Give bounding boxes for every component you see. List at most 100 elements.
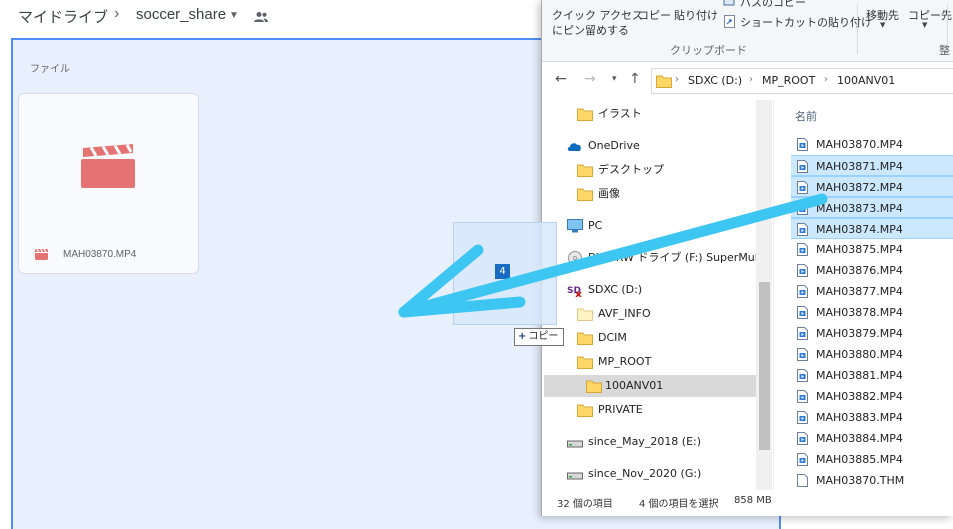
nav-item-dcim[interactable]: DCIM bbox=[577, 327, 757, 349]
nav-item-drive-g[interactable]: since_Nov_2020 (G:) bbox=[567, 463, 757, 485]
nav-item-sdxc[interactable]: SD SDXC (D:) bbox=[567, 279, 757, 301]
file-row[interactable]: MAH03881.MP4 bbox=[791, 365, 953, 386]
file-row[interactable]: MAH03870.MP4 bbox=[791, 134, 953, 155]
address-crumb-sdxc[interactable]: SDXC (D:) bbox=[688, 74, 742, 87]
file-row[interactable]: MAH03875.MP4 bbox=[791, 239, 953, 260]
file-name: MAH03874.MP4 bbox=[816, 223, 903, 236]
file-row[interactable]: MAH03879.MP4 bbox=[791, 323, 953, 344]
column-header-name[interactable]: 名前 bbox=[795, 108, 817, 124]
folder-menu-caret-icon[interactable]: ▼ bbox=[229, 10, 239, 21]
breadcrumb-separator: › bbox=[114, 5, 120, 22]
nav-item-label: since_May_2018 (E:) bbox=[588, 435, 702, 448]
file-row[interactable]: MAH03873.MP4 bbox=[791, 197, 953, 218]
file-row[interactable]: MAH03883.MP4 bbox=[791, 407, 953, 428]
file-row[interactable]: MAH03878.MP4 bbox=[791, 302, 953, 323]
folder-icon bbox=[577, 332, 593, 345]
file-row[interactable]: MAH03877.MP4 bbox=[791, 281, 953, 302]
file-row[interactable]: MAH03874.MP4 bbox=[791, 218, 953, 239]
up-arrow-icon[interactable]: ↑ bbox=[629, 71, 641, 87]
copy-path-button[interactable]: パスのコピー bbox=[740, 0, 806, 10]
recent-locations-caret-icon[interactable]: ▾ bbox=[612, 74, 617, 84]
video-file-icon bbox=[797, 264, 808, 277]
nav-item-private[interactable]: PRIVATE bbox=[577, 399, 757, 421]
file-name: MAH03870.THM bbox=[816, 474, 905, 487]
drag-count-badge: 4 bbox=[495, 264, 510, 279]
drive-file-card[interactable]: MAH03870.MP4 bbox=[18, 93, 199, 274]
copy-to-button[interactable]: コピー先 bbox=[908, 7, 952, 23]
file-row[interactable]: MAH03884.MP4 bbox=[791, 428, 953, 449]
breadcrumb-my-drive[interactable]: マイドライブ bbox=[18, 6, 108, 27]
folder-icon bbox=[586, 380, 602, 393]
breadcrumb-current-folder[interactable]: soccer_share bbox=[136, 6, 226, 23]
nav-item-label: デスクトップ bbox=[598, 163, 664, 176]
nav-item-desktop[interactable]: デスクトップ bbox=[577, 159, 757, 181]
back-arrow-icon[interactable]: ← bbox=[555, 71, 567, 87]
video-file-icon bbox=[797, 453, 808, 466]
nav-item-illust[interactable]: イラスト bbox=[577, 103, 757, 125]
nav-item-pictures[interactable]: 画像 bbox=[577, 183, 757, 205]
file-name: MAH03872.MP4 bbox=[816, 181, 903, 194]
nav-pane-scrollbar-thumb[interactable] bbox=[759, 282, 770, 450]
nav-item-label: DVD RW ドライブ (F:) SuperMulti bbox=[588, 251, 766, 264]
nav-item-dvd-drive[interactable]: DVD RW ドライブ (F:) SuperMulti bbox=[567, 247, 765, 269]
file-row[interactable]: MAH03870.THM bbox=[791, 470, 953, 491]
copy-to-caret-icon[interactable]: ▼ bbox=[922, 21, 927, 29]
file-row[interactable]: MAH03871.MP4 bbox=[791, 155, 953, 176]
file-name: MAH03870.MP4 bbox=[816, 138, 903, 151]
nav-item-100anv01[interactable]: 100ANV01 bbox=[544, 375, 757, 397]
pin-to-quick-access-button-line2[interactable]: にピン留めする bbox=[552, 22, 629, 38]
paste-button[interactable]: 貼り付け bbox=[674, 7, 718, 23]
address-separator: › bbox=[749, 74, 753, 85]
video-file-icon bbox=[797, 285, 808, 298]
video-file-icon bbox=[797, 348, 808, 361]
paste-shortcut-icon bbox=[724, 15, 735, 28]
file-icon bbox=[797, 474, 808, 487]
video-file-icon bbox=[797, 138, 808, 151]
folder-icon bbox=[577, 108, 593, 121]
file-name: MAH03884.MP4 bbox=[816, 432, 903, 445]
copy-tooltip-label: コピー bbox=[528, 331, 559, 342]
nav-item-pc[interactable]: PC bbox=[567, 215, 757, 237]
file-row[interactable]: MAH03885.MP4 bbox=[791, 449, 953, 470]
file-row[interactable]: MAH03876.MP4 bbox=[791, 260, 953, 281]
file-name: MAH03879.MP4 bbox=[816, 327, 903, 340]
file-name: MAH03882.MP4 bbox=[816, 390, 903, 403]
nav-item-label: AVF_INFO bbox=[598, 307, 651, 320]
file-name: MAH03881.MP4 bbox=[816, 369, 903, 382]
file-row[interactable]: MAH03882.MP4 bbox=[791, 386, 953, 407]
forward-arrow-icon[interactable]: → bbox=[584, 71, 596, 87]
video-file-icon bbox=[797, 243, 808, 256]
nav-item-onedrive[interactable]: OneDrive bbox=[567, 135, 757, 157]
folder-icon bbox=[656, 75, 672, 88]
pin-to-quick-access-button[interactable]: クイック アクセス bbox=[552, 7, 643, 23]
file-explorer-window: クイック アクセス にピン留めする コピー 貼り付け パスのコピー ショートカッ… bbox=[541, 0, 953, 516]
shared-people-icon[interactable] bbox=[254, 11, 268, 23]
video-file-icon bbox=[797, 202, 808, 215]
nav-item-label: since_Nov_2020 (G:) bbox=[588, 467, 702, 480]
file-name: MAH03880.MP4 bbox=[816, 348, 903, 361]
address-crumb-100anv01[interactable]: 100ANV01 bbox=[837, 74, 895, 87]
organize-group-label: 整 bbox=[939, 44, 950, 57]
video-file-icon bbox=[797, 390, 808, 403]
sd-card-icon: SD bbox=[567, 286, 582, 297]
nav-item-label: イラスト bbox=[598, 107, 642, 120]
copy-plus-icon: + bbox=[518, 331, 527, 342]
nav-item-mp-root[interactable]: MP_ROOT bbox=[577, 351, 757, 373]
address-bar[interactable]: › SDXC (D:) › MP_ROOT › 100ANV01 bbox=[651, 68, 953, 94]
file-row[interactable]: MAH03880.MP4 bbox=[791, 344, 953, 365]
paste-shortcut-button[interactable]: ショートカットの貼り付け bbox=[740, 14, 872, 30]
address-separator: › bbox=[824, 74, 828, 85]
status-bar: 32 個の項目 4 個の項目を選択 858 MB bbox=[542, 490, 953, 516]
nav-item-avf-info[interactable]: AVF_INFO bbox=[577, 303, 757, 325]
address-crumb-mp-root[interactable]: MP_ROOT bbox=[762, 74, 815, 87]
move-to-caret-icon[interactable]: ▼ bbox=[880, 21, 885, 29]
copy-button[interactable]: コピー bbox=[638, 7, 671, 23]
file-name: MAH03875.MP4 bbox=[816, 243, 903, 256]
status-selected-count: 4 個の項目を選択 bbox=[639, 499, 719, 510]
video-file-icon bbox=[797, 327, 808, 340]
ribbon-toolbar: クイック アクセス にピン留めする コピー 貼り付け パスのコピー ショートカッ… bbox=[542, 0, 953, 62]
file-row[interactable]: MAH03872.MP4 bbox=[791, 176, 953, 197]
video-file-type-icon bbox=[35, 249, 48, 260]
nav-item-label: SDXC (D:) bbox=[588, 283, 643, 296]
nav-item-drive-e[interactable]: since_May_2018 (E:) bbox=[567, 431, 757, 453]
